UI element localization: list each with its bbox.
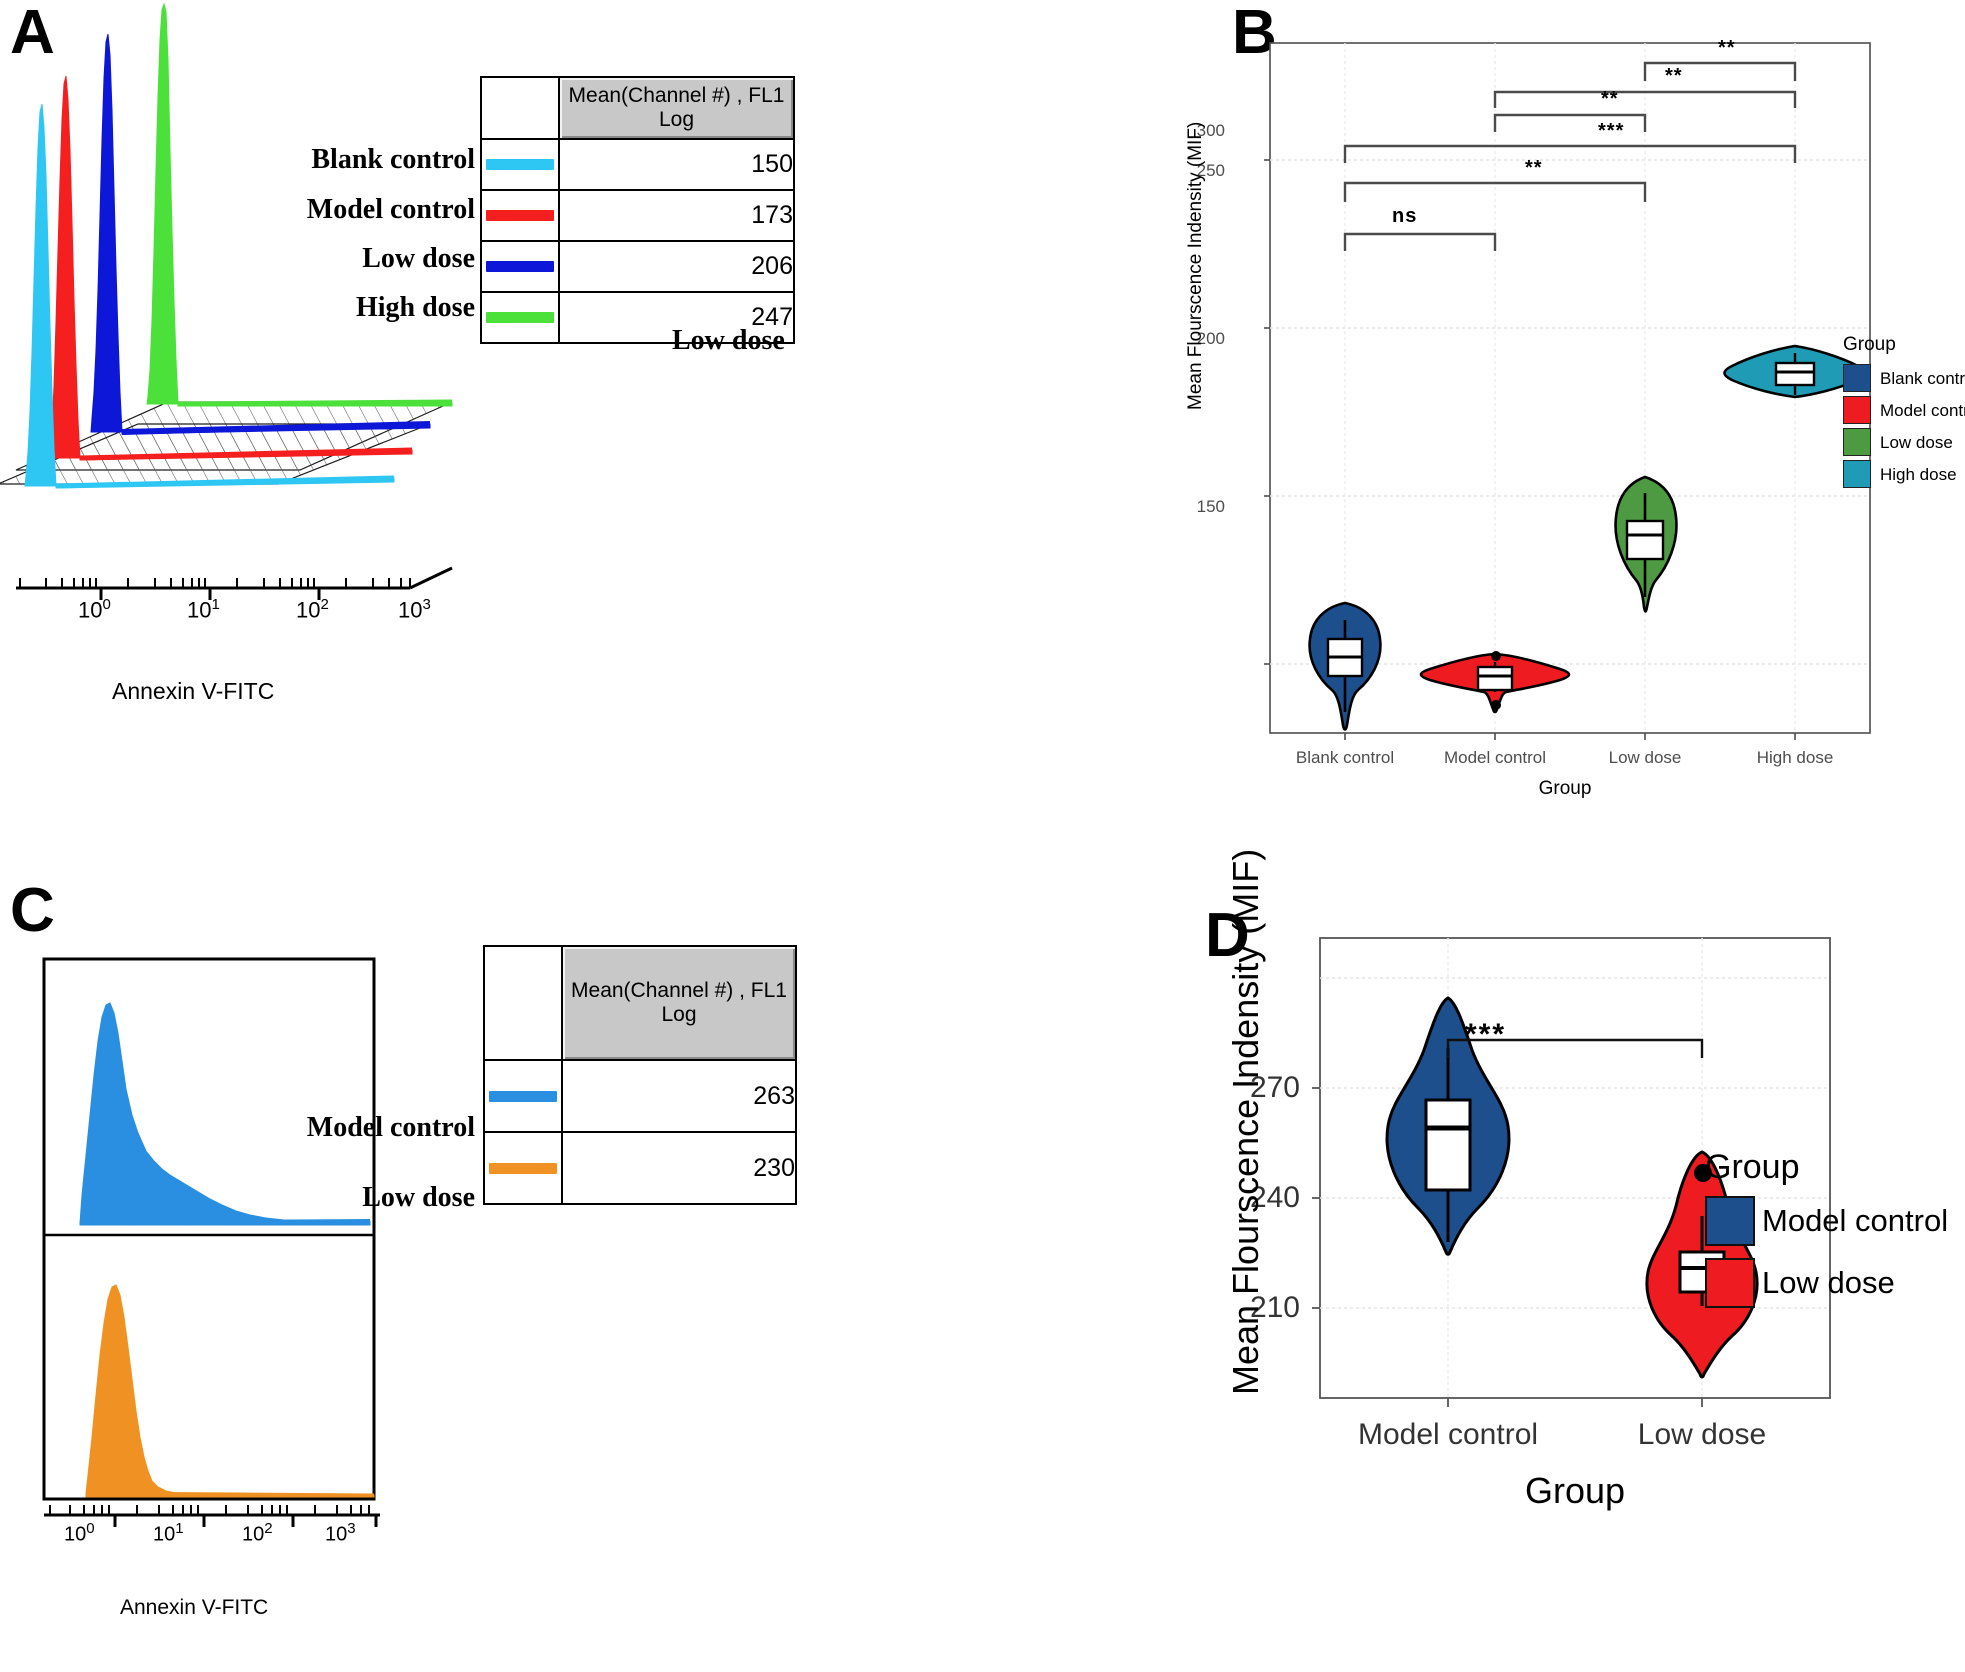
panel-b-xtick-2: Low dose: [1608, 748, 1682, 767]
color-swatch: [486, 210, 554, 221]
header-blank-cell: [480, 76, 560, 140]
panel-c-xtick-2: 102: [242, 1520, 273, 1546]
panel-d-legend-key-model-control[interactable]: [1705, 1196, 1755, 1246]
panel-a-row-label-1: Model control: [306, 194, 475, 225]
panel-c-row-label-1: Low dose: [362, 1182, 475, 1213]
color-swatch: [486, 261, 554, 272]
table-row: 150: [480, 138, 795, 191]
panel-b-y-axis-title: Mean Flourscence Indensity (MIF): [1185, 121, 1206, 410]
panel-b-xtick-0: Blank control: [1295, 748, 1395, 767]
panel-a-row-label-2: Low dose: [362, 243, 475, 274]
panel-b-legend-key-high-dose[interactable]: [1843, 460, 1871, 488]
panel-d-legend-label-low-dose: Low dose: [1762, 1265, 1895, 1300]
panel-c-row-label-0: Model control: [306, 1112, 475, 1143]
panel-c-x-axis-title: Annexin V-FITC: [120, 1596, 269, 1619]
swatch-cell-low-dose: [483, 1131, 563, 1205]
table-row: 173: [480, 189, 795, 242]
color-swatch: [489, 1162, 557, 1174]
swatch-cell-low-dose: [480, 240, 560, 293]
panel-b-annotation-0: ns: [1392, 205, 1418, 227]
panel-d-x-axis-title: Group: [1524, 1470, 1626, 1511]
panel-d-legend-title: Group: [1705, 1148, 1800, 1186]
panel-b-annotation-5: **: [1718, 37, 1736, 59]
panel-b-legend-label-low-dose: Low dose: [1880, 433, 1953, 452]
panel-a-xtick-2: 102: [296, 596, 329, 623]
panel-a-row-label-3: High dose: [355, 292, 475, 323]
panel-b-legend-label-blank-control: Blank control: [1880, 369, 1965, 388]
panel-a-xtick-3: 103: [398, 596, 431, 623]
header-mean-channel: Mean(Channel #) , FL1 Log: [558, 76, 795, 140]
panel-d-legend-label-model-control: Model control: [1762, 1203, 1949, 1238]
value-blank-control: 150: [558, 138, 795, 191]
panel-c-stats-table: Mean(Channel #) , FL1 Log 263 230: [483, 945, 797, 1205]
panel-b-legend-title: Group: [1843, 334, 1896, 355]
panel-d-xtick-1: Low dose: [1637, 1418, 1767, 1451]
panel-b-annotation-2: ***: [1598, 120, 1625, 142]
panel-b-x-axis-title: Group: [1538, 778, 1592, 799]
panel-d-legend-key-low-dose[interactable]: [1705, 1258, 1755, 1308]
panel-c-letter: C: [10, 876, 55, 945]
panel-a-table-caption: Low dose: [672, 325, 785, 356]
header-blank-cell: [483, 945, 563, 1061]
value-low-dose: 230: [561, 1131, 797, 1205]
panel-b-ytick-0: 150: [1196, 497, 1225, 516]
swatch-cell-high-dose: [480, 291, 560, 344]
panel-b-legend-label-model-control: Model control: [1880, 401, 1965, 420]
panel-b-legend-key-model-control[interactable]: [1843, 396, 1871, 424]
panel-a-xtick-0: 100: [78, 596, 111, 623]
panel-b-annotation-1: **: [1525, 157, 1543, 179]
panel-d-annotation-0: ***: [1465, 1018, 1507, 1051]
panel-b-annotation-3: **: [1601, 88, 1619, 110]
swatch-cell-model-control: [483, 1059, 563, 1133]
swatch-cell-model-control: [480, 189, 560, 242]
panel-c-flow-histogram: [42, 957, 380, 1527]
table-row: 263: [483, 1059, 797, 1133]
panel-d-y-axis-title: Mean Flourscence Indensity (MIF): [1225, 848, 1266, 1395]
value-model-control: 173: [558, 189, 795, 242]
header-mean-channel: Mean(Channel #) , FL1 Log: [561, 945, 797, 1061]
panel-b-xtick-1: Model control: [1443, 748, 1547, 767]
value-model-control: 263: [561, 1059, 797, 1133]
table-header-row: Mean(Channel #) , FL1 Log: [483, 945, 797, 1061]
panel-b-xtick-3: High dose: [1756, 748, 1834, 767]
panel-a-xtick-1: 101: [187, 596, 220, 623]
panel-a-row-label-0: Blank control: [311, 144, 475, 175]
color-swatch: [489, 1090, 557, 1102]
panel-a-stats-table: Mean(Channel #) , FL1 Log 150 173 206 24…: [480, 76, 795, 344]
panel-a-x-axis-title: Annexin V-FITC: [112, 678, 275, 704]
panel-c-xtick-3: 103: [325, 1520, 356, 1546]
panel-b-legend-label-high-dose: High dose: [1880, 465, 1957, 484]
panel-b-legend-key-low-dose[interactable]: [1843, 428, 1871, 456]
table-row: 206: [480, 240, 795, 293]
panel-c-xtick-1: 101: [153, 1520, 184, 1546]
color-swatch: [486, 159, 554, 170]
panel-d-xtick-0: Model control: [1357, 1418, 1539, 1451]
color-swatch: [486, 312, 554, 323]
panel-b-annotation-4: **: [1665, 65, 1683, 87]
panel-c-xtick-0: 100: [64, 1520, 95, 1546]
panel-b-legend-key-blank-control[interactable]: [1843, 364, 1871, 392]
value-low-dose: 206: [558, 240, 795, 293]
table-header-row: Mean(Channel #) , FL1 Log: [480, 76, 795, 140]
swatch-cell-blank-control: [480, 138, 560, 191]
table-row: 230: [483, 1131, 797, 1205]
